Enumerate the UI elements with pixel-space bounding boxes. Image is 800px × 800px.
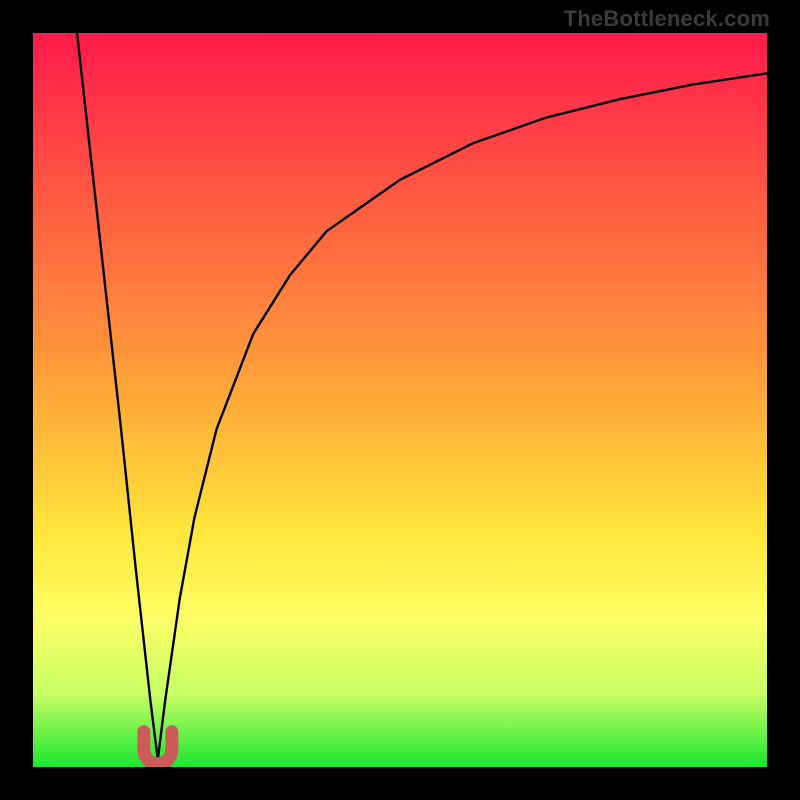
chart-frame: TheBottleneck.com	[0, 0, 800, 800]
plot-area	[33, 33, 767, 767]
watermark-text: TheBottleneck.com	[564, 6, 770, 32]
chart-svg	[33, 33, 767, 767]
gradient-background	[33, 33, 767, 767]
